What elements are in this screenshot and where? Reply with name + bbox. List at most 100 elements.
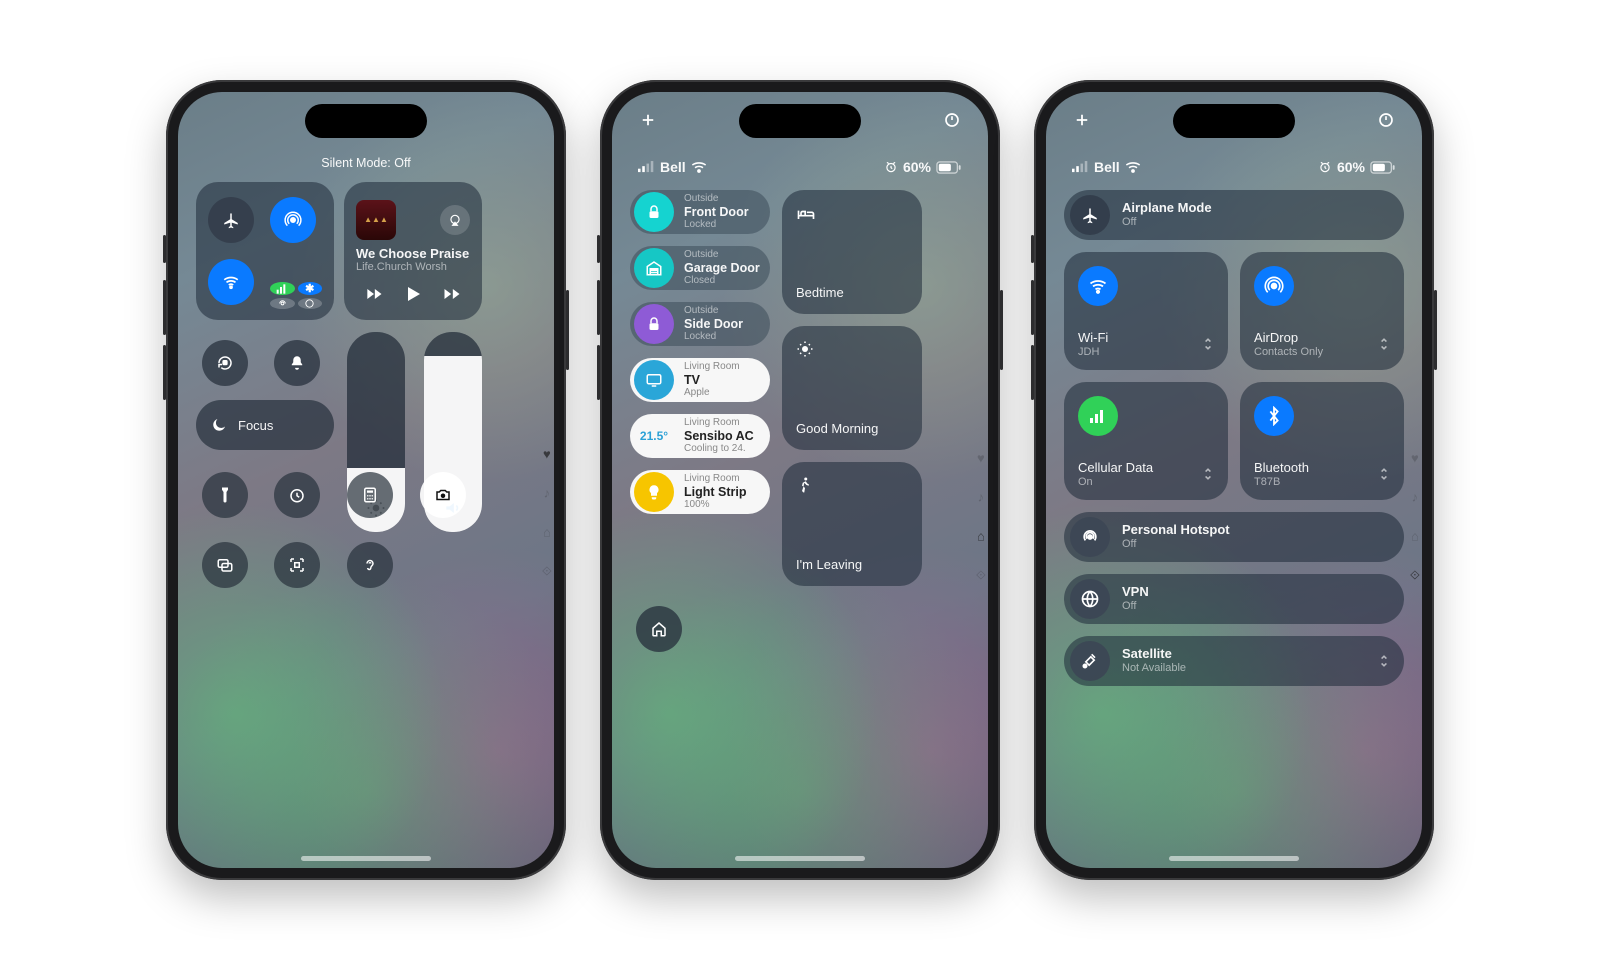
accessory-side-door[interactable]: OutsideSide DoorLocked: [630, 302, 770, 346]
add-button[interactable]: [1072, 110, 1092, 130]
dynamic-island: [1173, 104, 1295, 138]
home-icon: ⌂: [977, 529, 985, 544]
accessory-garage-door[interactable]: OutsideGarage DoorClosed: [630, 246, 770, 290]
add-button[interactable]: [638, 110, 658, 130]
page-indicator[interactable]: ♥ ♪ ⌂ ⟐: [542, 447, 552, 580]
heart-icon: ♥: [977, 451, 985, 466]
airplane-title: Airplane Mode: [1122, 201, 1212, 216]
airplane-icon: [222, 211, 240, 229]
airplane-mode-row[interactable]: Airplane Mode Off: [1064, 190, 1404, 240]
timer-button[interactable]: [274, 472, 320, 518]
track-title: We Choose Praise: [356, 246, 470, 262]
alarm-status-icon: [884, 160, 898, 174]
carrier-label: Bell: [660, 159, 686, 175]
bluetooth-icon: ✱: [298, 282, 323, 295]
rotation-lock-button[interactable]: [202, 340, 248, 386]
page-indicator[interactable]: ♥ ♪ ⌂ ⟐: [976, 451, 986, 584]
accessory-light-strip[interactable]: Living RoomLight Strip100%: [630, 470, 770, 514]
row-vpn[interactable]: VPNOff: [1064, 574, 1404, 624]
wifi-status-icon: [1125, 161, 1141, 173]
dynamic-island: [305, 104, 427, 138]
house-icon: [650, 620, 668, 638]
scene-bedtime[interactable]: Bedtime: [782, 190, 922, 314]
home-indicator[interactable]: [1169, 856, 1299, 861]
ear-icon: [361, 556, 379, 574]
airplane-toggle[interactable]: [208, 197, 254, 243]
accessory-tv[interactable]: Living RoomTVApple: [630, 358, 770, 402]
battery-pct: 60%: [1337, 159, 1365, 175]
radio-icon: ⟐: [542, 564, 552, 580]
radio-icon: ⟐: [976, 568, 986, 584]
phone-main: Silent Mode: Off ✱: [166, 80, 566, 880]
airdrop-icon: [284, 211, 302, 229]
battery-icon: [936, 161, 962, 174]
power-menu-button[interactable]: [942, 110, 962, 130]
battery-pct: 60%: [903, 159, 931, 175]
focus-button[interactable]: Focus: [196, 400, 334, 450]
hearing-button[interactable]: [347, 542, 393, 588]
calculator-icon: [361, 486, 379, 504]
wifi-status-icon: [691, 161, 707, 173]
silent-mode-button[interactable]: [274, 340, 320, 386]
power-menu-button[interactable]: [1376, 110, 1396, 130]
row-satellite[interactable]: SatelliteNot Available: [1064, 636, 1404, 686]
conn-cellular-data[interactable]: Cellular DataOn: [1064, 382, 1228, 500]
carrier-label: Bell: [1094, 159, 1120, 175]
qr-scan-button[interactable]: [274, 542, 320, 588]
album-art: ▲▲▲: [356, 200, 396, 240]
alarm-status-icon: [1318, 160, 1332, 174]
scene-good-morning[interactable]: Good Morning: [782, 326, 922, 450]
heart-icon: ♥: [1411, 451, 1419, 466]
moon-icon: [210, 416, 228, 434]
radio-icon: ⟐: [1410, 568, 1420, 584]
dynamic-island: [739, 104, 861, 138]
conn-wi-fi[interactable]: Wi-FiJDH: [1064, 252, 1228, 370]
accessory-front-door[interactable]: OutsideFront DoorLocked: [630, 190, 770, 234]
connectivity-cluster[interactable]: ✱: [196, 182, 334, 320]
hotspot-mini-icon: [270, 298, 295, 309]
camera-icon: [434, 486, 452, 504]
airplay-button[interactable]: [440, 205, 470, 235]
media-controls[interactable]: ▲▲▲ We Choose Praise Life.Church Worsh: [344, 182, 482, 320]
flashlight-icon: [216, 486, 234, 504]
scene-i-m-leaving[interactable]: I'm Leaving: [782, 462, 922, 586]
page-indicator[interactable]: ♥ ♪ ⌂ ⟐: [1410, 451, 1420, 584]
focus-label: Focus: [238, 418, 273, 433]
home-indicator[interactable]: [735, 856, 865, 861]
screen-mirroring-button[interactable]: [202, 542, 248, 588]
conn-airdrop[interactable]: AirDropContacts Only: [1240, 252, 1404, 370]
airplane-icon: [1081, 206, 1099, 224]
calculator-button[interactable]: [347, 472, 393, 518]
music-note-icon: ♪: [978, 490, 985, 505]
status-right: 60%: [1318, 159, 1396, 175]
music-note-icon: ♪: [1412, 490, 1419, 505]
flashlight-button[interactable]: [202, 472, 248, 518]
vpn-mini-icon: [298, 298, 323, 309]
rewind-button[interactable]: [364, 284, 384, 304]
status-left: Bell: [1072, 159, 1141, 175]
accessory-sensibo-ac[interactable]: 21.5°Living RoomSensibo ACCooling to 24.: [630, 414, 770, 458]
airplay-icon: [448, 213, 462, 227]
rotation-lock-icon: [216, 354, 234, 372]
wifi-icon: [222, 273, 240, 291]
status-left: Bell: [638, 159, 707, 175]
home-indicator[interactable]: [301, 856, 431, 861]
wifi-toggle[interactable]: [208, 259, 254, 305]
bell-icon: [288, 354, 306, 372]
conn-bluetooth[interactable]: BluetoothT87B: [1240, 382, 1404, 500]
forward-button[interactable]: [442, 284, 462, 304]
heart-icon: ♥: [543, 447, 551, 462]
banner-text: Silent Mode: Off: [178, 156, 554, 170]
airplane-state: Off: [1122, 216, 1212, 229]
row-personal-hotspot[interactable]: Personal HotspotOff: [1064, 512, 1404, 562]
airdrop-toggle[interactable]: [270, 197, 316, 243]
battery-icon: [1370, 161, 1396, 174]
phone-home: Bell 60% OutsideFront DoorLocked OutsideG…: [600, 80, 1000, 880]
qr-icon: [288, 556, 306, 574]
cellular-icon: [270, 282, 295, 295]
home-icon: ⌂: [543, 525, 551, 540]
camera-button[interactable]: [420, 472, 466, 518]
home-app-button[interactable]: [636, 606, 682, 652]
play-button[interactable]: [401, 282, 425, 306]
track-artist: Life.Church Worsh: [356, 261, 470, 274]
